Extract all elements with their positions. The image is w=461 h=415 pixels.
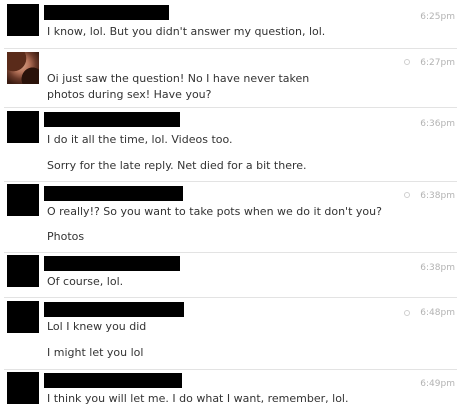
message-timestamp: 6:48pm: [420, 308, 455, 318]
redacted-sender-name: [44, 373, 182, 388]
message-text: Oi just saw the question! No I have neve…: [47, 72, 310, 101]
read-indicator-icon: [404, 59, 410, 65]
avatar[interactable]: [7, 372, 39, 404]
message-text: O really!? So you want to take pots when…: [47, 205, 382, 218]
redacted-sender-name: [44, 186, 183, 201]
avatar[interactable]: [7, 184, 39, 216]
redacted-sender-name: [44, 302, 184, 317]
message-timestamp: 6:36pm: [420, 119, 455, 129]
message-timestamp: 6:38pm: [420, 263, 455, 273]
read-indicator-icon: [404, 310, 410, 316]
message-divider: [4, 252, 457, 253]
message-divider: [4, 48, 457, 49]
message-text: I think you will let me. I do what I wan…: [47, 392, 349, 405]
redacted-sender-name: [44, 5, 169, 20]
message-timestamp: 6:27pm: [420, 58, 455, 68]
message-divider: [4, 369, 457, 370]
message-text: Of course, lol.: [47, 275, 124, 288]
message-timestamp: 6:49pm: [420, 379, 455, 389]
message-divider: [4, 181, 457, 182]
avatar[interactable]: [7, 301, 39, 333]
message-text: I do it all the time, lol. Videos too.: [47, 133, 233, 146]
avatar[interactable]: [7, 255, 39, 287]
message-divider: [4, 297, 457, 298]
message-text: Lol I knew you did: [47, 320, 147, 333]
message-divider: [4, 107, 457, 108]
avatar[interactable]: [7, 52, 39, 84]
read-indicator-icon: [404, 192, 410, 198]
message-text: Sorry for the late reply. Net died for a…: [47, 159, 307, 172]
message-timestamp: 6:25pm: [420, 12, 455, 22]
avatar[interactable]: [7, 4, 39, 36]
message-timestamp: 6:38pm: [420, 191, 455, 201]
redacted-sender-name: [44, 112, 180, 127]
avatar[interactable]: [7, 111, 39, 143]
message-text: I might let you lol: [47, 346, 144, 359]
message-text: Photos: [47, 230, 85, 243]
redacted-sender-name: [44, 256, 180, 271]
message-text: I know, lol. But you didn't answer my qu…: [47, 25, 326, 38]
